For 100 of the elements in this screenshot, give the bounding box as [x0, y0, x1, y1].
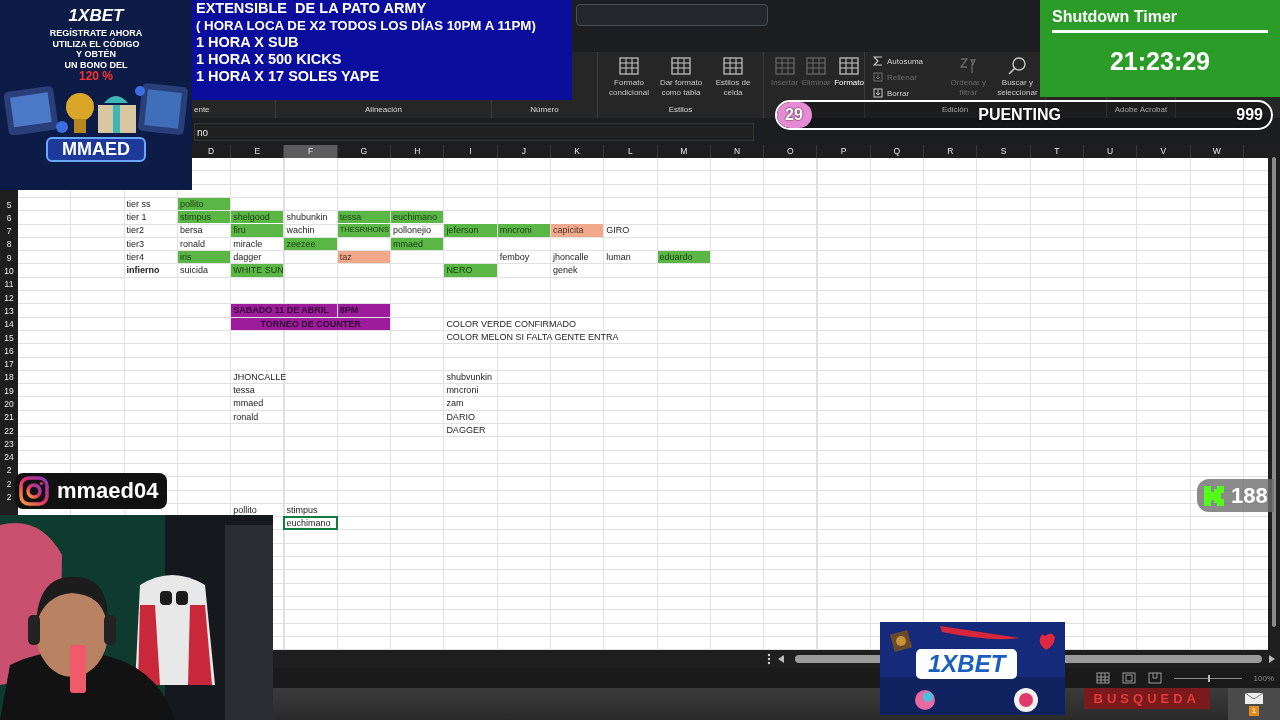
- highlighted-cell[interactable]: eduardo: [657, 251, 710, 264]
- formula-field[interactable]: no: [194, 122, 754, 141]
- zoom-slider-thumb[interactable]: [1207, 674, 1210, 682]
- row-number[interactable]: 18: [4, 372, 14, 383]
- ribbon-button[interactable]: Dar formato como tabla: [656, 54, 706, 100]
- row-number[interactable]: 19: [4, 385, 14, 396]
- cell-text[interactable]: luman: [605, 251, 632, 264]
- cell-text[interactable]: tier ss: [125, 197, 152, 210]
- cell-text[interactable]: tier3: [125, 237, 146, 250]
- ribbon-button[interactable]: Buscar y seleccionar: [993, 54, 1041, 100]
- cell-text[interactable]: genek: [551, 264, 579, 277]
- highlighted-cell[interactable]: capicita: [550, 224, 604, 237]
- column-header[interactable]: O: [764, 145, 818, 158]
- highlighted-cell[interactable]: jeferson: [444, 224, 497, 237]
- row-number[interactable]: 6: [6, 212, 12, 223]
- row-number[interactable]: 20: [4, 399, 14, 409]
- scrollbar-thumb[interactable]: [1272, 157, 1276, 627]
- highlighted-cell[interactable]: mmaed: [391, 237, 444, 251]
- row-number[interactable]: 2: [6, 465, 12, 476]
- column-header[interactable]: U: [1083, 145, 1138, 158]
- highlighted-cell[interactable]: iris: [177, 251, 231, 264]
- highlighted-cell[interactable]: shelgood: [231, 211, 284, 224]
- highlighted-cell[interactable]: euchimano: [391, 211, 444, 224]
- cell-text[interactable]: pollito: [232, 503, 258, 516]
- cell-text[interactable]: miracle: [232, 237, 264, 250]
- row-number[interactable]: 15: [4, 332, 14, 343]
- column-header[interactable]: R: [924, 145, 978, 158]
- highlighted-cell[interactable]: tessa: [337, 211, 391, 224]
- highlighted-cell[interactable]: mncroni: [497, 224, 550, 237]
- row-number[interactable]: 16: [4, 345, 14, 356]
- column-header[interactable]: V: [1137, 145, 1191, 158]
- cell-text[interactable]: JHONCALLE: [232, 370, 288, 383]
- column-header[interactable]: T: [1030, 145, 1084, 158]
- cell-text[interactable]: DAGGER: [445, 423, 487, 436]
- row-number[interactable]: 5: [6, 199, 12, 210]
- cell-text[interactable]: bersa: [178, 224, 204, 237]
- column-header[interactable]: F: [284, 145, 338, 158]
- row-number[interactable]: 10: [4, 266, 14, 276]
- cell-text[interactable]: pollonejio: [392, 224, 433, 237]
- highlighted-cell[interactable]: stimpus: [177, 211, 231, 224]
- cell-text[interactable]: stimpus: [285, 503, 319, 516]
- cell-text[interactable]: DARIO: [445, 410, 476, 423]
- cell-text[interactable]: tier4: [125, 251, 146, 264]
- cell-text[interactable]: jhoncalle: [551, 251, 590, 264]
- column-header[interactable]: G: [337, 145, 392, 158]
- ribbon-button[interactable]: Formato: [833, 54, 865, 90]
- row-number[interactable]: 8: [6, 239, 12, 250]
- column-header[interactable]: H: [391, 145, 445, 158]
- column-header[interactable]: N: [710, 145, 765, 158]
- row-number[interactable]: 17: [4, 359, 14, 370]
- cell-text[interactable]: shubvunkin: [445, 370, 493, 383]
- cell-text[interactable]: wachin: [285, 224, 316, 237]
- column-header[interactable]: L: [604, 145, 658, 158]
- cell-text[interactable]: tier2: [125, 224, 146, 237]
- column-header[interactable]: J: [497, 145, 551, 158]
- cell-text[interactable]: ronald: [232, 410, 260, 423]
- highlighted-cell[interactable]: WHITE SUN: [231, 264, 284, 277]
- row-number[interactable]: 13: [4, 305, 14, 316]
- row-number[interactable]: 9: [6, 252, 12, 263]
- row-number[interactable]: 12: [4, 292, 14, 303]
- search-field[interactable]: [576, 4, 768, 26]
- ribbon-button[interactable]: Estilos de celda: [708, 54, 758, 100]
- highlighted-cell[interactable]: NERO: [444, 264, 497, 277]
- ribbon-button[interactable]: Borrar: [871, 86, 912, 100]
- cell-text[interactable]: zam: [445, 397, 465, 410]
- highlighted-cell[interactable]: zeezee: [284, 237, 337, 251]
- row-number[interactable]: 22: [4, 425, 14, 436]
- highlighted-cell[interactable]: pollito: [177, 197, 231, 211]
- column-header[interactable]: K: [550, 145, 605, 158]
- column-header[interactable]: Q: [870, 145, 925, 158]
- column-header[interactable]: P: [817, 145, 871, 158]
- row-number[interactable]: 2: [6, 478, 12, 489]
- row-number[interactable]: 14: [4, 319, 14, 330]
- cell-text[interactable]: COLOR MELON SI FALTA GENTE ENTRA: [445, 330, 620, 343]
- cell-text[interactable]: shubunkin: [285, 211, 329, 224]
- column-header[interactable]: S: [977, 145, 1031, 158]
- column-header[interactable]: W: [1190, 145, 1244, 158]
- ribbon-button[interactable]: Formato condicional: [604, 54, 654, 100]
- row-number[interactable]: 23: [4, 438, 14, 449]
- column-header[interactable]: M: [657, 145, 711, 158]
- cell-text[interactable]: dagger: [232, 251, 263, 264]
- ribbon-button[interactable]: Autosuma: [871, 54, 926, 68]
- highlighted-cell[interactable]: taz: [337, 251, 391, 264]
- active-cell[interactable]: euchimano: [284, 517, 337, 530]
- highlighted-cell[interactable]: firu: [231, 224, 284, 237]
- row-number[interactable]: 2: [6, 492, 12, 503]
- cell-text[interactable]: tier 1: [125, 211, 148, 224]
- cell-text[interactable]: mncroni: [445, 384, 480, 397]
- row-number[interactable]: 7: [6, 226, 12, 237]
- cell-text[interactable]: mmaed: [232, 397, 265, 410]
- cell-text[interactable]: GIRO: [605, 224, 631, 237]
- cell-text[interactable]: femboy: [498, 251, 531, 264]
- row-number[interactable]: 24: [4, 452, 14, 463]
- cell-text[interactable]: COLOR VERDE CONFIRMADO: [445, 317, 577, 330]
- column-header[interactable]: I: [444, 145, 498, 158]
- cell-text[interactable]: suicida: [178, 264, 209, 277]
- cell-text[interactable]: tessa: [232, 384, 256, 397]
- row-number[interactable]: 21: [4, 412, 14, 423]
- cell-text[interactable]: ronald: [178, 237, 206, 250]
- cell-text[interactable]: infierno: [125, 264, 161, 277]
